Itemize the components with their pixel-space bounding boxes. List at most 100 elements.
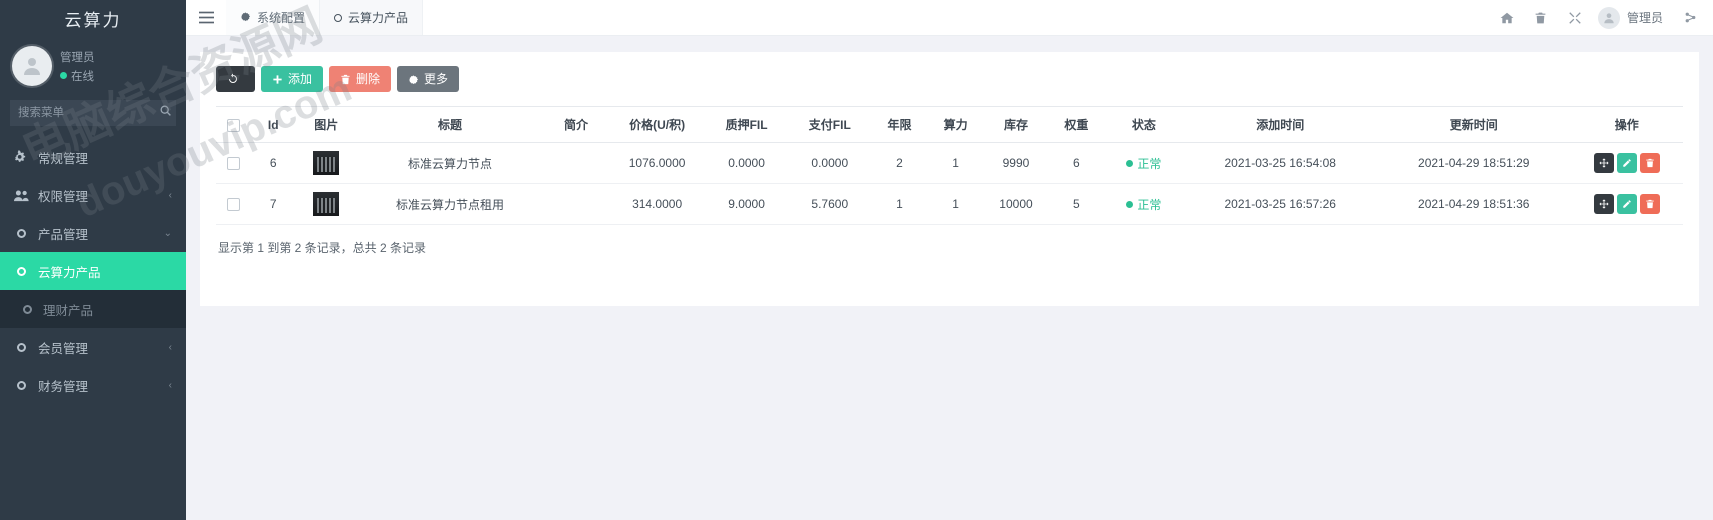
tab-label: 系统配置 <box>257 11 306 25</box>
search-input[interactable] <box>10 100 176 126</box>
table-row[interactable]: 6 标准云算力节点 1076.0000 0.0000 0.0000 2 1 99… <box>216 142 1683 184</box>
col-price[interactable]: 价格(U/积) <box>609 106 705 143</box>
cell-price: 314.0000 <box>609 183 705 225</box>
products-table: Id 图片 标题 简介 价格(U/积) 质押FIL 支付FIL 年限 算力 库存… <box>216 106 1683 225</box>
cell-summary <box>542 183 610 225</box>
sidebar-item-label: 权限管理 <box>38 189 89 204</box>
col-years[interactable]: 年限 <box>871 106 928 143</box>
col-pay-fil[interactable]: 支付FIL <box>788 106 872 143</box>
main-area: 系统配置 云算力产品 管理员 添加 删除 更多 Id 图片 标题 简介 价格(U… <box>186 0 1713 520</box>
more-button[interactable]: 更多 <box>397 66 460 92</box>
cell-years: 1 <box>871 183 928 225</box>
row-checkbox[interactable] <box>227 157 241 171</box>
sidebar-user-name: 管理员 <box>60 51 95 64</box>
sidebar-user-status-label: 在线 <box>71 70 94 83</box>
sidebar-user-status: 在线 <box>60 68 95 84</box>
cell-pledge-fil: 0.0000 <box>704 142 789 184</box>
product-thumb-icon[interactable] <box>313 151 340 175</box>
refresh-button[interactable] <box>216 66 255 92</box>
sidebar-item-general[interactable]: 常规管理 <box>0 138 186 176</box>
sidebar-item-members[interactable]: 会员管理 ‹ <box>0 328 186 366</box>
move-button[interactable] <box>1593 194 1614 214</box>
sidebar-item-cloud-power-products[interactable]: 云算力产品 <box>0 252 186 290</box>
col-id[interactable]: Id <box>251 106 296 143</box>
edit-button[interactable] <box>1616 153 1637 173</box>
chevron-left-icon: ‹ <box>168 379 172 391</box>
table-toolbar: 添加 删除 更多 <box>216 66 1683 92</box>
col-status[interactable]: 状态 <box>1104 106 1184 143</box>
col-updated-at[interactable]: 更新时间 <box>1376 106 1571 143</box>
chevron-left-icon: ‹ <box>168 189 172 201</box>
gears-icon[interactable] <box>1673 0 1707 36</box>
sidebar-item-finance-products[interactable]: 理财产品 <box>0 290 186 328</box>
topbar-user-label: 管理员 <box>1626 11 1663 25</box>
cell-weight: 6 <box>1048 142 1105 184</box>
sidebar-item-permissions[interactable]: 权限管理 ‹ <box>0 176 186 214</box>
gear-icon <box>240 11 251 25</box>
delete-row-button[interactable] <box>1639 153 1660 173</box>
sidebar-item-label: 理财产品 <box>43 303 94 318</box>
col-pledge-fil[interactable]: 质押FIL <box>704 106 789 143</box>
delete-button[interactable]: 删除 <box>329 66 392 92</box>
col-image[interactable]: 图片 <box>295 106 358 143</box>
cell-pay-fil: 5.7600 <box>788 183 872 225</box>
move-button[interactable] <box>1593 153 1614 173</box>
add-button[interactable]: 添加 <box>261 66 324 92</box>
gears-icon <box>14 150 29 164</box>
col-weight[interactable]: 权重 <box>1048 106 1105 143</box>
delete-label: 删除 <box>356 72 381 86</box>
sidebar-item-products[interactable]: 产品管理 ⌄ <box>0 214 186 252</box>
select-all-checkbox[interactable] <box>227 118 241 132</box>
row-select-cell <box>216 142 252 184</box>
fullscreen-icon[interactable] <box>1558 0 1592 36</box>
sidebar-item-financial[interactable]: 财务管理 ‹ <box>0 366 186 404</box>
online-dot-icon <box>60 72 67 79</box>
col-stock[interactable]: 库存 <box>983 106 1049 143</box>
sidebar-item-label: 常规管理 <box>38 151 89 166</box>
hamburger-icon[interactable] <box>186 0 226 35</box>
table-header-row: Id 图片 标题 简介 价格(U/积) 质押FIL 支付FIL 年限 算力 库存… <box>216 106 1683 143</box>
topbar-user[interactable]: 管理员 <box>1592 6 1673 29</box>
sidebar-item-label: 会员管理 <box>38 341 89 356</box>
tab-system-config[interactable]: 系统配置 <box>226 0 321 35</box>
users-icon <box>14 189 29 202</box>
col-summary[interactable]: 简介 <box>542 106 610 143</box>
ring-icon <box>14 380 29 390</box>
sidebar-user[interactable]: 管理员 在线 <box>0 36 186 100</box>
table-panel: 添加 删除 更多 Id 图片 标题 简介 价格(U/积) 质押FIL 支付FIL… <box>200 52 1699 306</box>
content-area: 添加 删除 更多 Id 图片 标题 简介 价格(U/积) 质押FIL 支付FIL… <box>186 36 1713 520</box>
table-head: Id 图片 标题 简介 价格(U/积) 质押FIL 支付FIL 年限 算力 库存… <box>216 106 1683 143</box>
col-created-at[interactable]: 添加时间 <box>1183 106 1377 143</box>
brand-title: 云算力 <box>0 0 186 36</box>
col-title[interactable]: 标题 <box>357 106 543 143</box>
home-icon[interactable] <box>1490 0 1524 36</box>
trash-icon[interactable] <box>1524 0 1558 36</box>
chevron-left-icon: ‹ <box>168 341 172 353</box>
cell-created-at: 2021-03-25 16:57:26 <box>1183 183 1377 225</box>
ring-icon <box>334 11 343 25</box>
topbar-actions: 管理员 <box>1490 0 1713 35</box>
cell-power: 1 <box>927 183 984 225</box>
row-select-cell <box>216 183 252 225</box>
cell-pledge-fil: 9.0000 <box>704 183 789 225</box>
edit-button[interactable] <box>1616 194 1637 214</box>
cell-created-at: 2021-03-25 16:54:08 <box>1183 142 1377 184</box>
tab-cloud-power-products[interactable]: 云算力产品 <box>320 0 424 35</box>
cell-image <box>295 142 358 184</box>
delete-row-button[interactable] <box>1639 194 1660 214</box>
cell-updated-at: 2021-04-29 18:51:36 <box>1376 183 1571 225</box>
search-icon[interactable] <box>159 104 172 117</box>
col-power[interactable]: 算力 <box>927 106 984 143</box>
trash-icon <box>340 74 351 85</box>
status-badge: 正常 <box>1137 197 1162 212</box>
product-thumb-icon[interactable] <box>313 192 340 216</box>
cell-status: 正常 <box>1104 183 1184 225</box>
refresh-icon <box>227 73 239 85</box>
table-row[interactable]: 7 标准云算力节点租用 314.0000 9.0000 5.7600 1 1 1… <box>216 183 1683 225</box>
status-dot-icon <box>1126 200 1134 208</box>
cell-updated-at: 2021-04-29 18:51:29 <box>1376 142 1571 184</box>
cell-operations <box>1570 183 1683 225</box>
row-checkbox[interactable] <box>227 198 241 212</box>
cell-stock: 10000 <box>983 183 1049 225</box>
cell-status: 正常 <box>1104 142 1184 184</box>
